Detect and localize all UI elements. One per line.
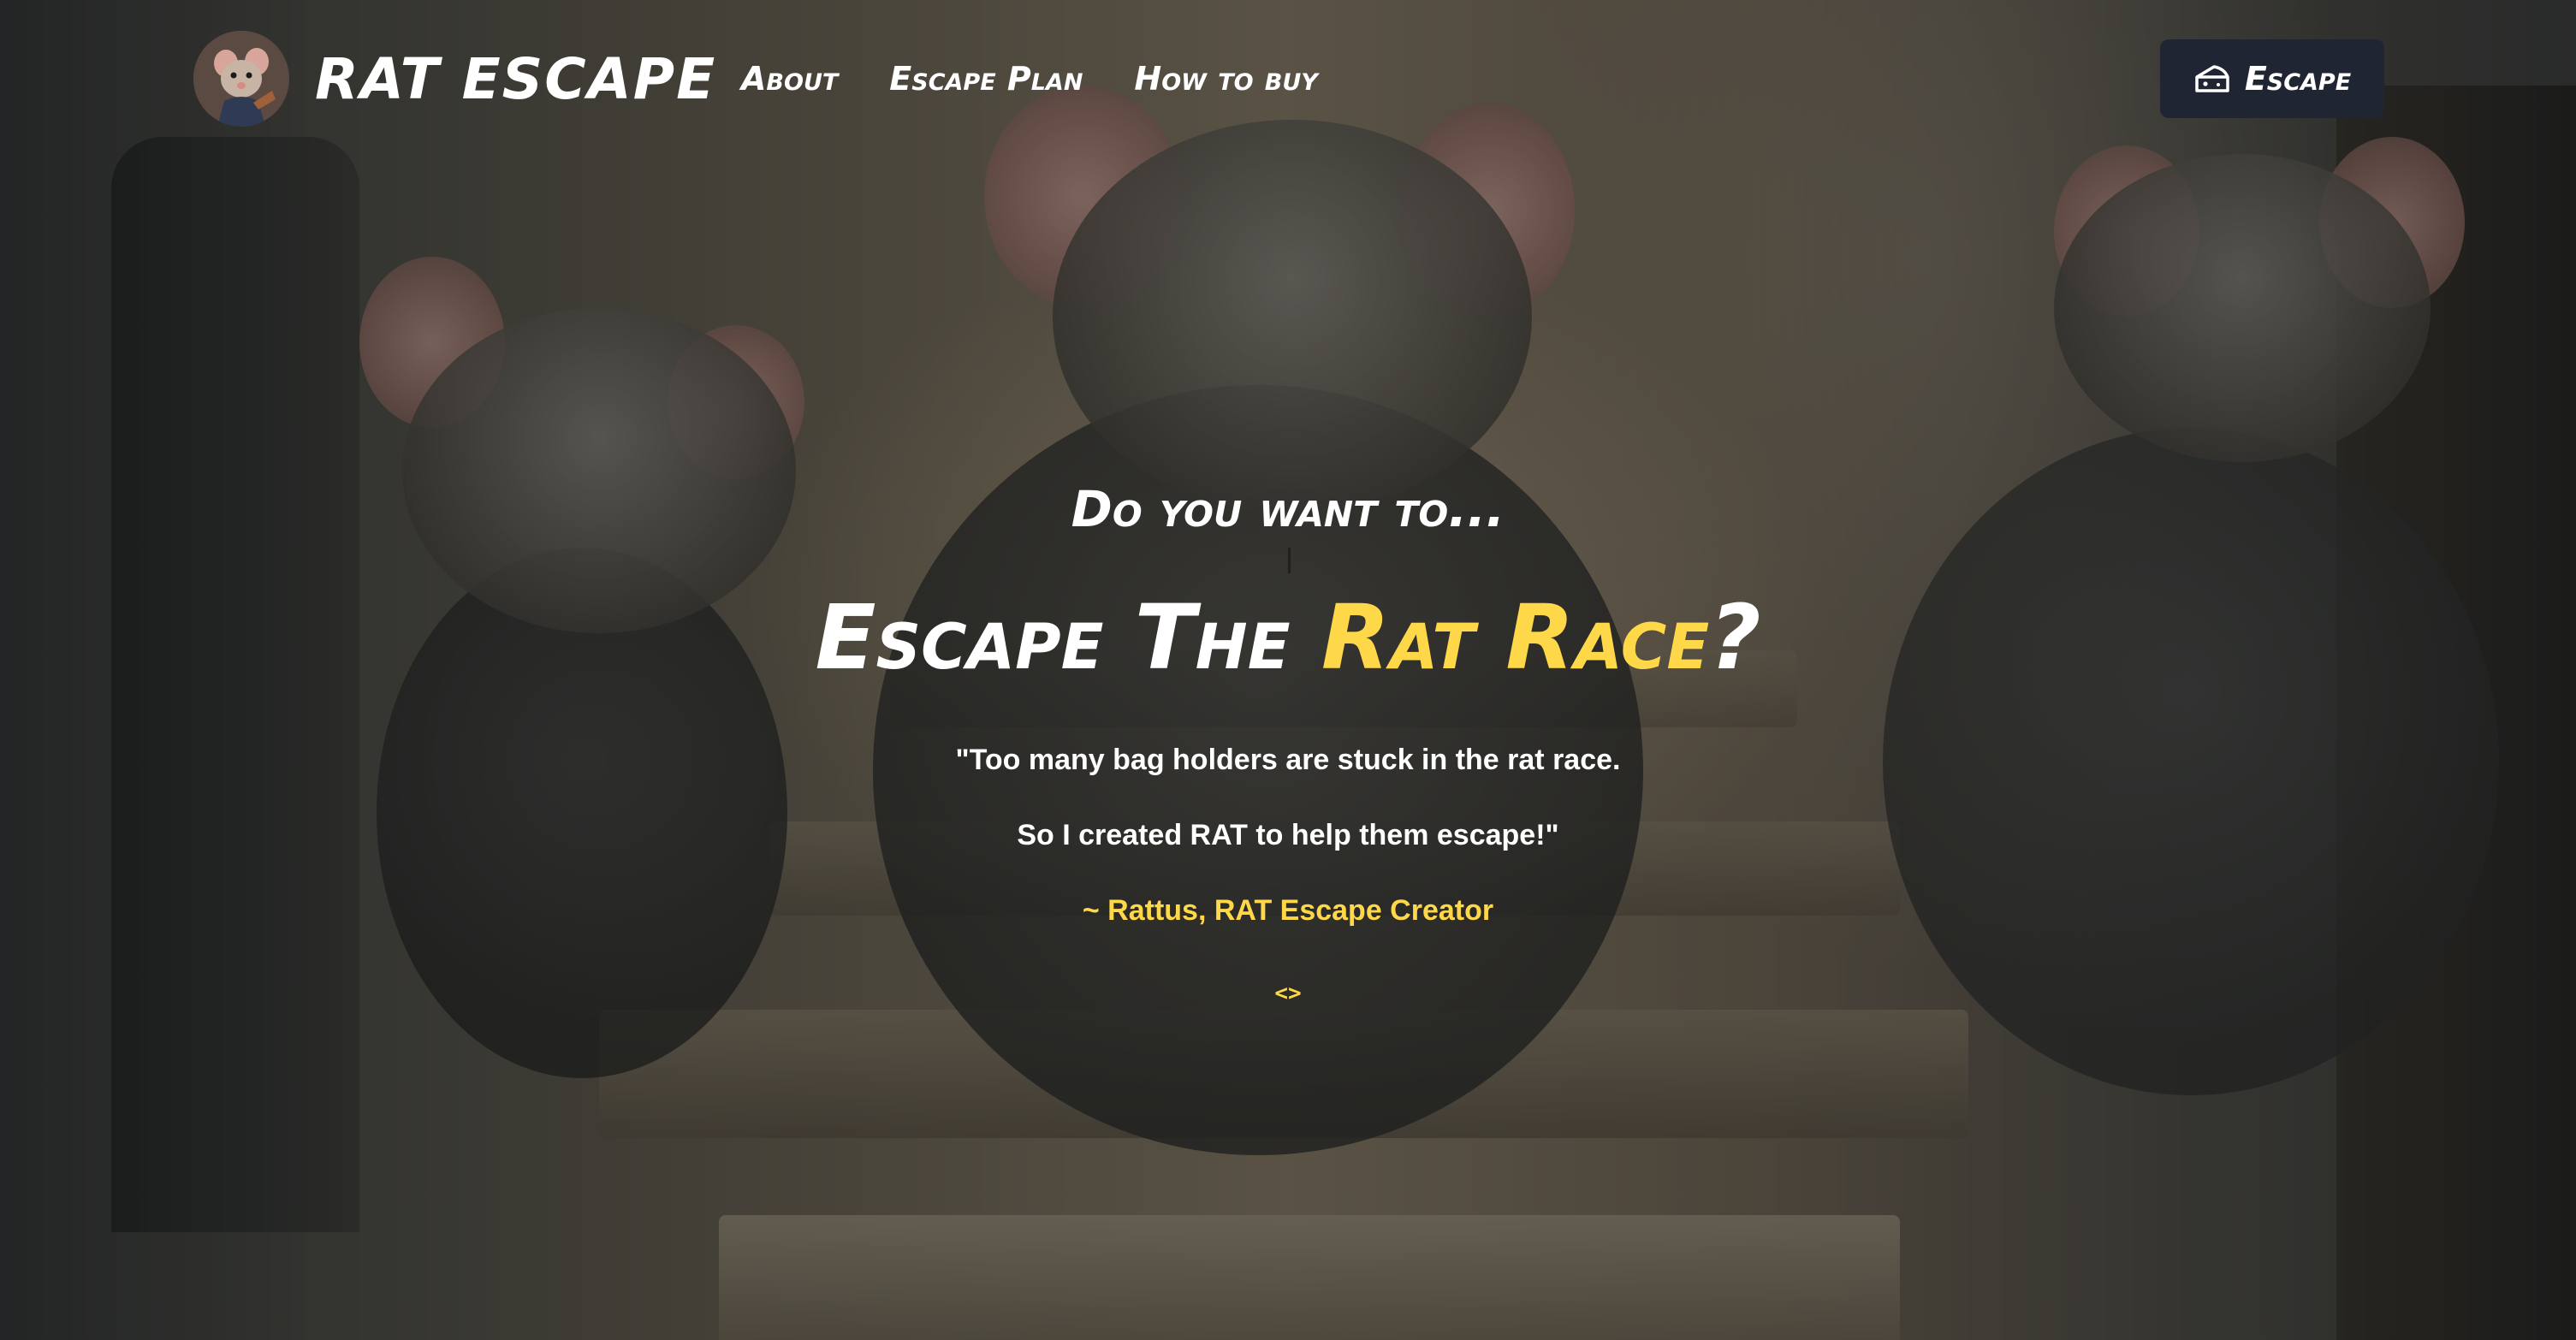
escape-button[interactable]: Escape [2160, 39, 2384, 118]
cheese-icon [2195, 65, 2229, 92]
logo-avatar[interactable] [193, 31, 289, 127]
page: RAT ESCAPE About Escape Plan How to buy … [0, 0, 2576, 1340]
carousel-control[interactable]: <> [0, 981, 2576, 1006]
site-header: RAT ESCAPE About Escape Plan How to buy … [0, 0, 2576, 163]
hero-headline-part1: Escape The [815, 585, 1321, 690]
nav-link-how-to-buy[interactable]: How to buy [1134, 55, 1317, 103]
hero-quote-line-2: So I created RAT to help them escape!" [1017, 819, 1559, 851]
rat-logo-icon [193, 31, 289, 127]
main-nav: About Escape Plan How to buy [741, 55, 1318, 103]
hero-pretitle: Do you want to... [1071, 480, 1505, 538]
nav-link-escape-plan[interactable]: Escape Plan [889, 55, 1083, 103]
hero-headline-accent: Rat Race [1321, 585, 1710, 690]
hero-headline: Escape The Rat Race? [0, 565, 2576, 710]
hero-section: Do you want to... Escape The Rat Race? "… [0, 462, 2576, 1006]
brand-title[interactable]: RAT ESCAPE [315, 43, 716, 116]
hero-headline-part2: ? [1709, 585, 1761, 690]
hero-quote-attribution: ~ Rattus, RAT Escape Creator [1082, 894, 1494, 927]
hero-quote-line-1: "Too many bag holders are stuck in the r… [955, 744, 1621, 776]
nav-link-about[interactable]: About [741, 55, 838, 103]
escape-button-label: Escape [2244, 60, 2352, 98]
